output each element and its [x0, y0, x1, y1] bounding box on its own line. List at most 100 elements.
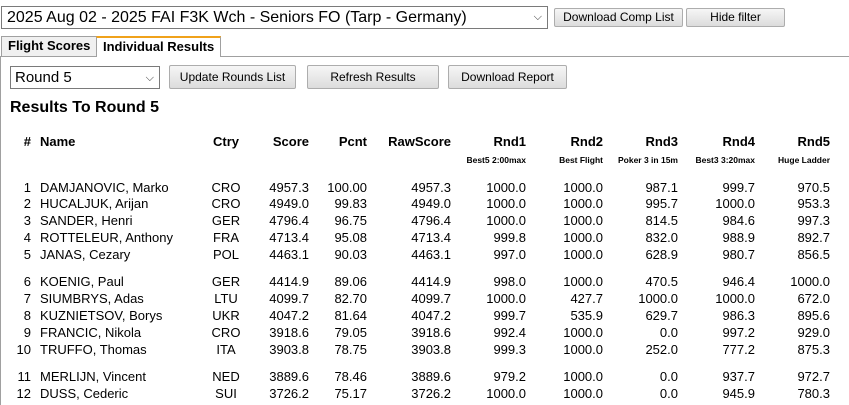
table-cell-name: JANAS, Cezary	[40, 247, 131, 262]
round-select[interactable]: Round 5 ⌵	[10, 66, 160, 89]
table-cell-pcnt: 95.08	[334, 230, 367, 245]
table-cell-name: TRUFFO, Thomas	[40, 342, 147, 357]
table-cell-ctry: UKR	[212, 308, 240, 323]
table-cell-raw: 4414.9	[411, 274, 451, 289]
table-cell-raw: 4713.4	[411, 230, 451, 245]
table-cell-rnd2: 427.7	[570, 291, 603, 306]
table-cell-rnd5: 856.5	[797, 247, 830, 262]
table-cell-name: KOENIG, Paul	[40, 274, 124, 289]
table-cell-rnd3: 0.0	[659, 386, 678, 401]
table-cell-ctry: GER	[211, 274, 241, 289]
table-cell-rnd2: 1000.0	[563, 247, 603, 262]
table-cell-rnd4: 986.3	[722, 308, 755, 323]
table-cell-rnd5: 875.3	[797, 342, 830, 357]
table-cell-num: 3	[23, 213, 31, 228]
table-cell-rnd2: 535.9	[570, 308, 603, 323]
table-cell-rnd1: 1000.0	[486, 196, 526, 211]
table-cell-pcnt: 78.75	[334, 342, 367, 357]
table-cell-raw: 4957.3	[411, 180, 451, 195]
column-header-rnd5: Rnd5	[797, 134, 831, 149]
table-cell-rnd4: 777.2	[722, 342, 755, 357]
table-cell-rnd5: 997.3	[797, 213, 830, 228]
table-cell-score: 4957.3	[269, 180, 309, 195]
table-cell-rnd5: 972.7	[797, 369, 830, 384]
table-cell-score: 4047.2	[269, 308, 309, 323]
table-cell-rnd2: 1000.0	[563, 230, 603, 245]
table-cell-score: 3903.8	[269, 342, 309, 357]
table-cell-ctry: GER	[211, 213, 241, 228]
table-cell-pcnt: 79.05	[334, 325, 367, 340]
table-cell-rnd5: 953.3	[797, 196, 830, 211]
table-cell-ctry: LTU	[214, 291, 238, 306]
table-cell-rnd4: 997.2	[722, 325, 755, 340]
column-header-rnd1: Rnd1	[493, 134, 527, 149]
table-cell-rnd3: 629.7	[645, 308, 678, 323]
table-cell-pcnt: 78.46	[334, 369, 367, 384]
table-cell-rnd1: 979.2	[493, 369, 526, 384]
table-cell-num: 1	[23, 180, 31, 195]
table-cell-rnd2: 1000.0	[563, 180, 603, 195]
table-cell-name: KUZNIETSOV, Borys	[40, 308, 163, 323]
table-cell-rnd3: 0.0	[659, 325, 678, 340]
table-cell-rnd3: 995.7	[645, 196, 678, 211]
column-header-pcnt: Pcnt	[338, 134, 367, 149]
table-cell-rnd5: 780.3	[797, 386, 830, 401]
table-cell-raw: 3903.8	[411, 342, 451, 357]
round-task-rnd5: Huge Ladder	[778, 155, 830, 165]
table-cell-ctry: POL	[212, 247, 239, 262]
table-cell-score: 3889.6	[269, 369, 309, 384]
tab-flight-scores[interactable]: Flight Scores	[1, 36, 98, 56]
table-cell-num: 6	[23, 274, 31, 289]
table-cell-num: 4	[23, 230, 31, 245]
table-cell-num: 7	[23, 291, 31, 306]
refresh-results-button[interactable]: Refresh Results	[307, 65, 439, 89]
column-header-score: Score	[272, 134, 309, 149]
tab-individual-results[interactable]: Individual Results	[96, 36, 222, 57]
table-cell-rnd4: 937.7	[722, 369, 755, 384]
table-cell-rnd1: 1000.0	[486, 291, 526, 306]
table-cell-name: HUCALJUK, Arijan	[40, 196, 149, 211]
table-cell-score: 4713.4	[269, 230, 309, 245]
table-cell-rnd2: 1000.0	[563, 325, 603, 340]
download-comp-list-button[interactable]: Download Comp List	[554, 8, 683, 27]
table-cell-num: 11	[17, 369, 32, 384]
table-cell-ctry: FRA	[213, 230, 239, 245]
column-header-rnd2: Rnd2	[570, 134, 604, 149]
round-task-rnd4: Best3 3:20max	[695, 155, 755, 165]
table-cell-num: 10	[16, 342, 31, 357]
table-cell-rnd4: 1000.0	[715, 196, 755, 211]
table-cell-name: SANDER, Henri	[40, 213, 133, 228]
table-cell-name: DAMJANOVIC, Marko	[40, 180, 169, 195]
table-cell-rnd4: 1000.0	[715, 291, 755, 306]
table-cell-score: 4463.1	[269, 247, 309, 262]
table-cell-score: 4796.4	[269, 213, 309, 228]
table-cell-rnd2: 1000.0	[563, 342, 603, 357]
column-header-raw: RawScore	[388, 134, 451, 149]
table-cell-pcnt: 90.03	[334, 247, 367, 262]
column-header-name: Name	[40, 134, 76, 149]
table-cell-rnd4: 999.7	[722, 180, 755, 195]
hide-filter-button[interactable]: Hide filter	[686, 8, 785, 27]
table-cell-score: 4414.9	[269, 274, 309, 289]
update-rounds-list-button[interactable]: Update Rounds List	[169, 65, 296, 89]
table-cell-rnd1: 1000.0	[486, 213, 526, 228]
chevron-down-icon: ⌵	[533, 11, 542, 23]
table-cell-num: 12	[16, 386, 31, 401]
table-cell-rnd3: 252.0	[645, 342, 678, 357]
table-cell-rnd1: 999.3	[493, 342, 526, 357]
column-header-num: #	[23, 134, 31, 149]
download-report-button[interactable]: Download Report	[448, 65, 567, 89]
table-cell-rnd3: 1000.0	[638, 291, 678, 306]
table-cell-num: 9	[23, 325, 31, 340]
table-cell-rnd2: 1000.0	[563, 196, 603, 211]
table-cell-rnd1: 992.4	[493, 325, 526, 340]
table-cell-rnd5: 1000.0	[790, 274, 830, 289]
table-cell-rnd1: 998.0	[493, 274, 526, 289]
table-cell-pcnt: 82.70	[334, 291, 367, 306]
table-cell-rnd2: 1000.0	[563, 386, 603, 401]
table-cell-score: 3918.6	[269, 325, 309, 340]
table-cell-score: 3726.2	[269, 386, 309, 401]
competition-select[interactable]: 2025 Aug 02 - 2025 FAI F3K Wch - Seniors…	[1, 6, 548, 29]
table-cell-rnd5: 895.6	[797, 308, 830, 323]
table-cell-pcnt: 81.64	[334, 308, 367, 323]
